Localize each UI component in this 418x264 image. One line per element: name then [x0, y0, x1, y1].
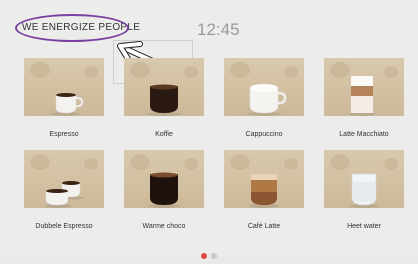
drink-image: [124, 150, 204, 208]
drink-tile-cafe-latte[interactable]: Café Latte: [224, 150, 304, 240]
coffee-machine-screen: WE ENERGIZE PEOPLE 12:45 Espresso Koffie…: [0, 0, 418, 259]
drink-tile-dubbele-espresso[interactable]: Dubbele Espresso: [24, 150, 104, 240]
drink-image: [224, 58, 304, 116]
page-indicator: [201, 246, 221, 264]
drink-label: Cappuccino: [245, 131, 283, 138]
drink-tile-warme-choco[interactable]: Warme choco: [124, 150, 204, 240]
latte-macchiato-glass-icon: [349, 76, 375, 116]
page-dot[interactable]: [211, 253, 217, 259]
highlight-ring: [15, 14, 129, 42]
drink-image: [224, 150, 304, 208]
page-dot-active[interactable]: [201, 253, 207, 259]
drink-tile-heet-water[interactable]: Heet water: [324, 150, 404, 240]
drink-image: [24, 58, 104, 116]
drink-label: Warme choco: [142, 223, 186, 230]
drink-image: [324, 150, 404, 208]
drink-tile-espresso[interactable]: Espresso: [24, 58, 104, 148]
coffee-cup-icon: [148, 84, 180, 116]
espresso-cup-icon: [52, 93, 84, 116]
drink-label: Koffie: [155, 131, 173, 138]
cappuccino-cup-icon: [247, 84, 287, 116]
drink-tile-cappuccino[interactable]: Cappuccino: [224, 58, 304, 148]
drink-label: Dubbele Espresso: [35, 223, 93, 230]
cafe-latte-glass-icon: [249, 174, 279, 208]
drink-tile-latte-macchiato[interactable]: Latte Macchiato: [324, 58, 404, 148]
drink-label: Latte Macchiato: [339, 131, 389, 138]
drink-image: [24, 150, 104, 208]
drink-label: Espresso: [49, 131, 79, 138]
drink-label: Heet water: [347, 223, 381, 230]
hot-chocolate-cup-icon: [148, 172, 180, 208]
drink-image: [324, 58, 404, 116]
drink-label: Café Latte: [247, 223, 281, 230]
clock: 12:45: [197, 20, 240, 39]
drink-image: [124, 58, 204, 116]
double-espresso-cups-icon: [45, 181, 84, 208]
water-glass-icon: [350, 173, 378, 208]
drink-tile-koffie[interactable]: Koffie: [124, 58, 204, 148]
